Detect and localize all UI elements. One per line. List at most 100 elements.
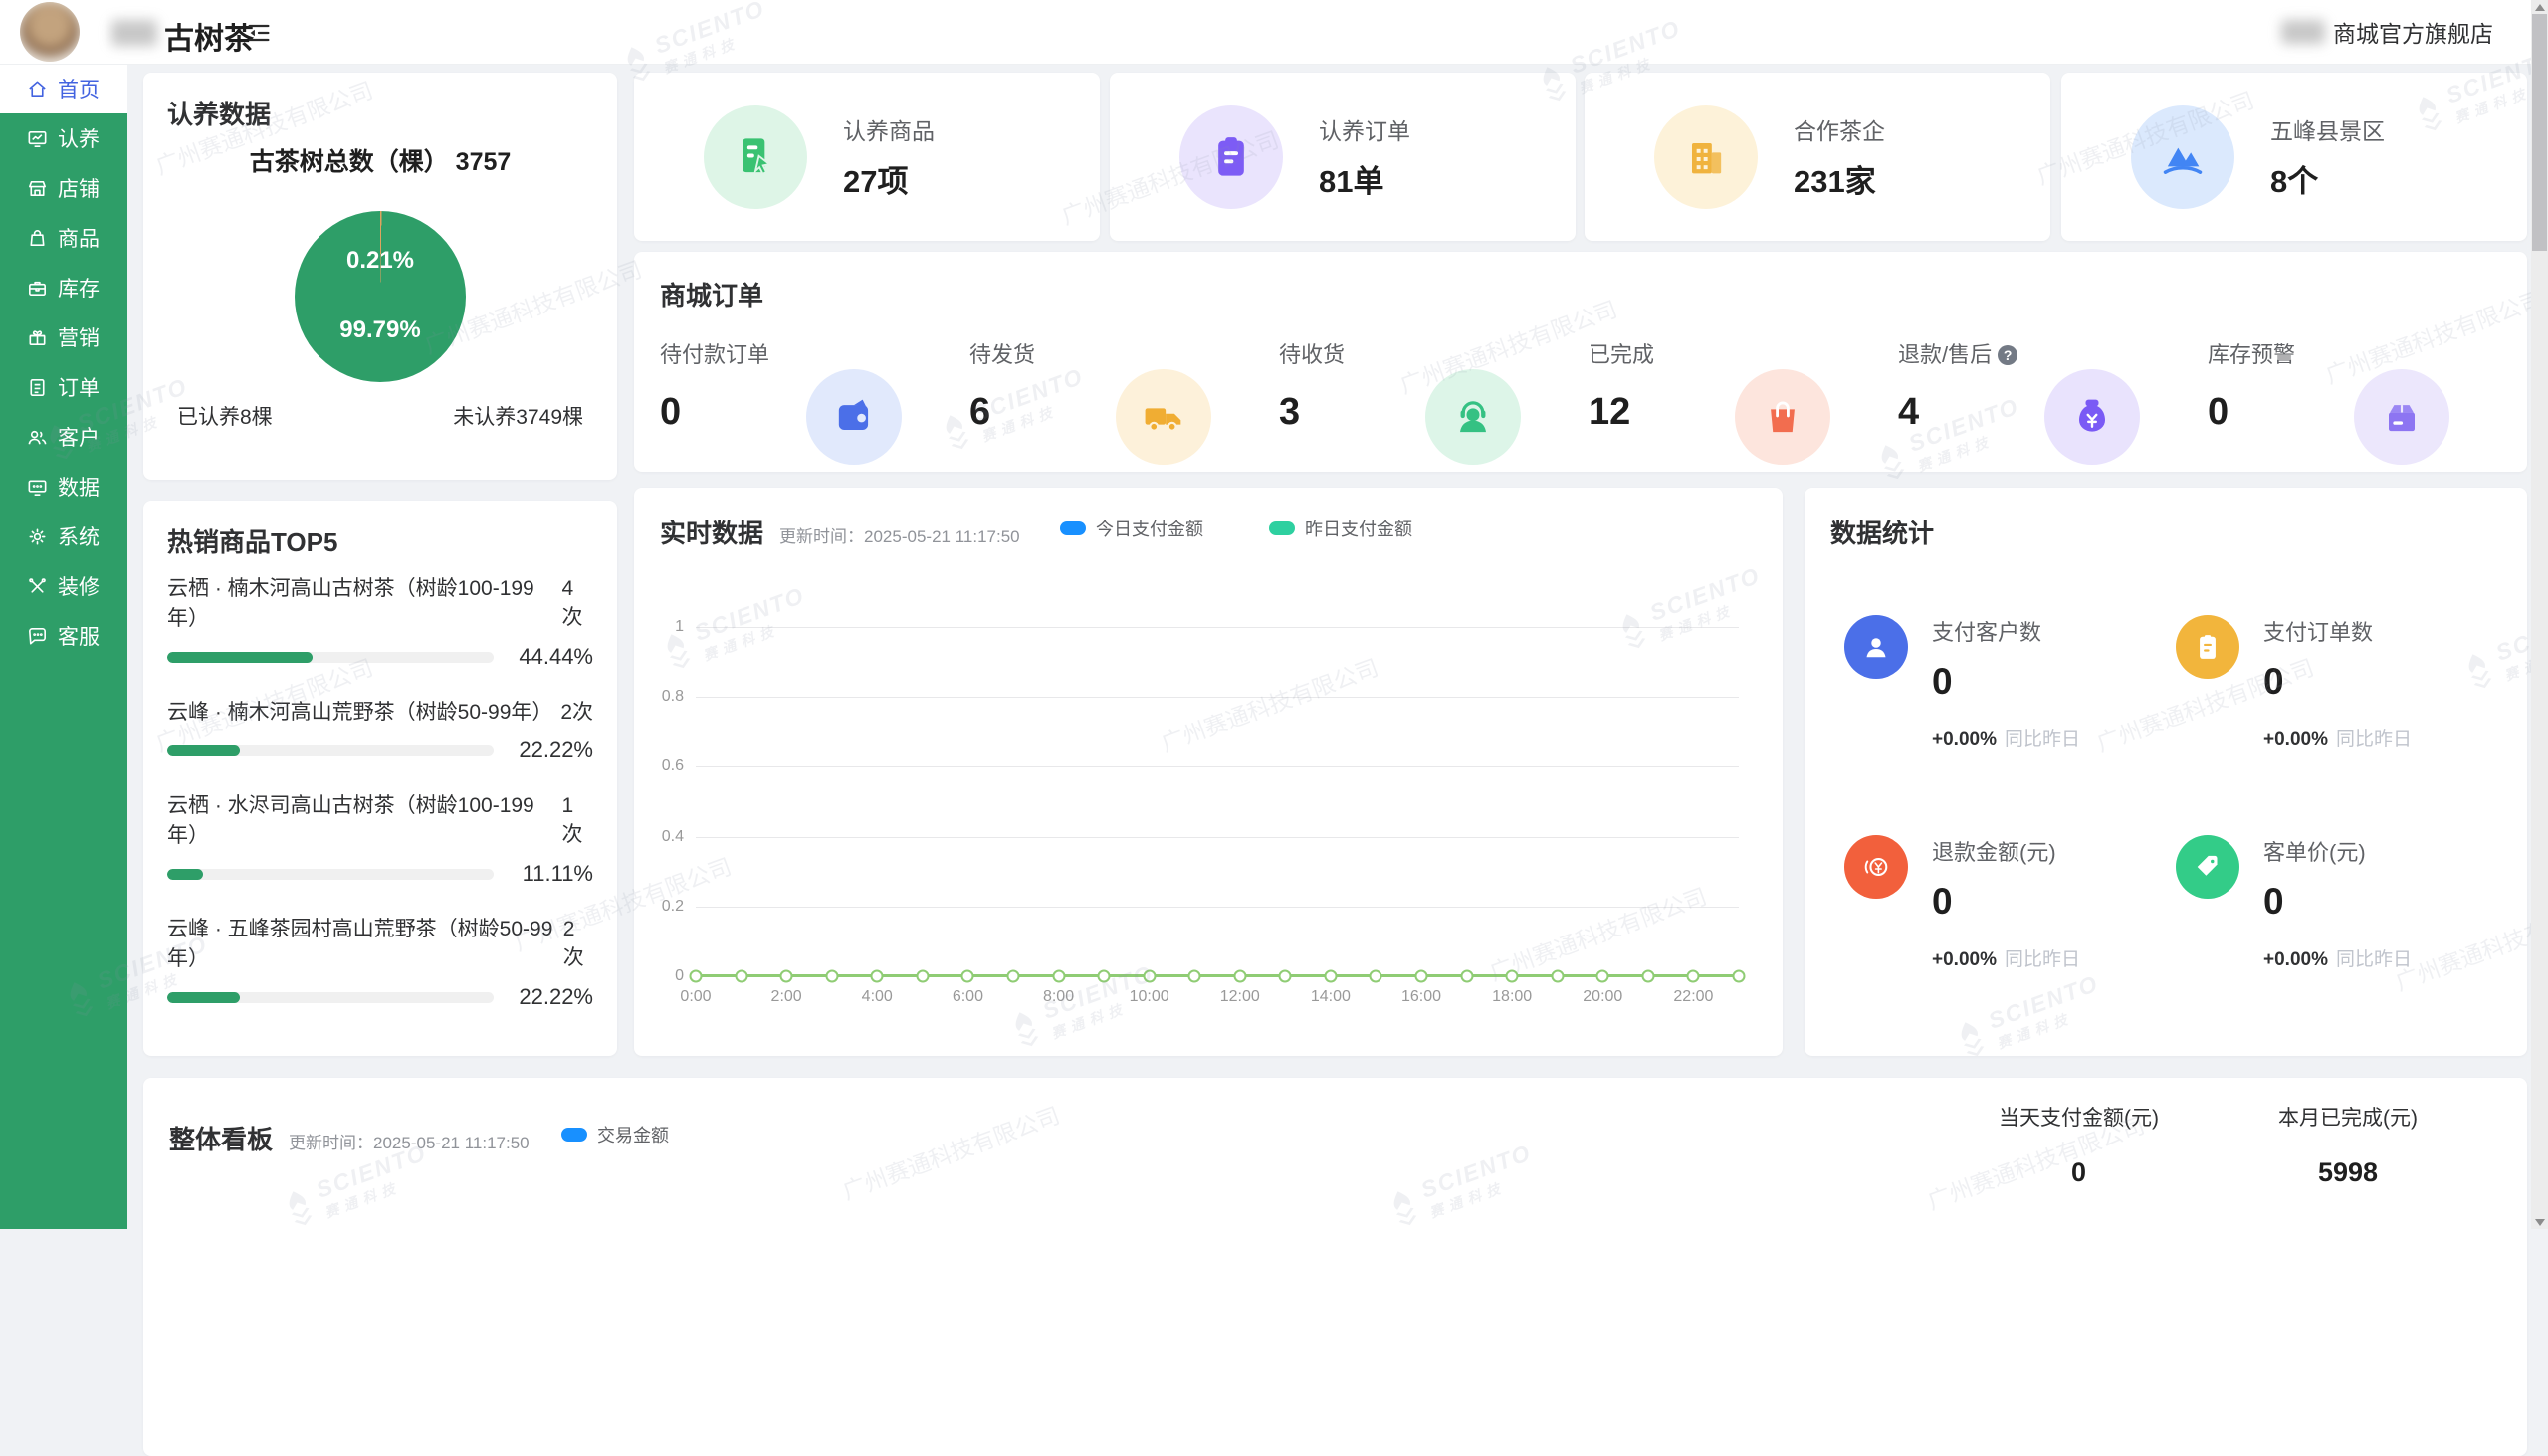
data-point-marker: [1460, 970, 1473, 983]
mall-stat-to-ship: 待发货 6: [969, 337, 1279, 434]
data-point-marker: [1143, 970, 1156, 983]
legend-transaction-amount[interactable]: 交易金额: [561, 1122, 669, 1147]
series-line: [696, 974, 1739, 977]
x-axis-tick-label: 22:00: [1673, 988, 1713, 1006]
data-stats-title: 数据统计: [1830, 514, 1934, 550]
progress-bar: [167, 869, 494, 880]
decorate-icon: [26, 575, 49, 598]
mall-orders-card: 商城订单 待付款订单 0 待发货 6 待收货 3: [634, 252, 2527, 472]
data-point-marker: [1641, 970, 1654, 983]
tea-tree-total: 古茶树总数（棵） 3757: [143, 142, 617, 178]
scrollbar-thumb[interactable]: [2532, 14, 2547, 251]
service-icon: [26, 625, 49, 648]
product-count: 4次: [561, 577, 593, 631]
overview-update-time: 更新时间：2025-05-21 11:17:50: [289, 1129, 530, 1153]
product-count: 2次: [560, 696, 593, 726]
sidebar-item-decorate[interactable]: 装修: [0, 561, 127, 611]
data-point-marker: [1233, 970, 1246, 983]
orders-icon: [26, 376, 49, 399]
home-icon: [26, 78, 49, 101]
x-axis-tick-label: 14:00: [1311, 988, 1351, 1006]
y-axis-tick-label: 0: [675, 967, 684, 985]
x-axis-tick-label: 20:00: [1583, 988, 1622, 1006]
data-stats-card: 数据统计 支付客户数 0 +0.00%同比昨日 支付订单数 0: [1805, 488, 2527, 1056]
sidebar-item-home[interactable]: 首页: [0, 64, 127, 113]
shopping-bag-icon: [1735, 369, 1830, 465]
adoption-pie-chart: 0.21% 99.79%: [295, 211, 466, 382]
sidebar-item-adopt[interactable]: 认养: [0, 113, 127, 163]
stat-pay-orders: 支付订单数 0 +0.00%同比昨日: [2176, 587, 2507, 807]
stat-label: 认养订单: [1319, 112, 1410, 146]
shop-name-blurred-part: [2281, 20, 2325, 44]
overview-title: 整体看板: [169, 1120, 273, 1156]
truck-icon: [1116, 369, 1211, 465]
sidebar-item-goods[interactable]: 商品: [0, 213, 127, 263]
progress-bar: [167, 745, 494, 756]
page-scrollbar[interactable]: [2531, 0, 2548, 1229]
scroll-up-arrow[interactable]: [2531, 0, 2548, 14]
mall-stat-stock-warning: 库存预警 0: [2208, 337, 2517, 434]
mall-stat-completed: 已完成 12: [1589, 337, 1898, 434]
sidebar-item-system[interactable]: 系统: [0, 512, 127, 561]
product-name: 云峰 · 五峰茶园村高山荒野茶（树龄50-99年）: [167, 913, 563, 972]
wallet-icon: [806, 369, 902, 465]
adoption-card-title: 认养数据: [167, 95, 271, 131]
logo-image: [20, 2, 80, 62]
sidebar-item-service[interactable]: 客服: [0, 611, 127, 661]
stat-value: 231家: [1794, 156, 1885, 201]
product-percent: 44.44%: [508, 644, 593, 670]
month-completed-stat: 本月已完成(元) 5998: [2278, 1102, 2418, 1188]
stat-card-tea-companies: 合作茶企 231家: [1585, 73, 2050, 241]
data-point-marker: [961, 970, 974, 983]
data-point-marker: [871, 970, 884, 983]
marketing-icon: [26, 326, 49, 349]
legend-yesterday-amount[interactable]: 昨日支付金额: [1269, 516, 1412, 541]
app-logo: [20, 2, 80, 62]
y-axis-tick-label: 0.6: [662, 757, 684, 775]
chart-gridline: [696, 907, 1739, 908]
overview-board-card: 整体看板 更新时间：2025-05-21 11:17:50 交易金额 当天支付金…: [143, 1078, 2527, 1456]
package-box-icon: [2354, 369, 2449, 465]
sidebar-collapse-icon[interactable]: [245, 19, 273, 47]
customers-icon: [26, 426, 49, 449]
legend-today-amount[interactable]: 今日支付金额: [1060, 516, 1203, 541]
stat-avg-price: 客单价(元) 0 +0.00%同比昨日: [2176, 807, 2507, 1027]
system-icon: [26, 525, 49, 548]
realtime-chart-card: 实时数据 更新时间：2025-05-21 11:17:50 今日支付金额 昨日支…: [634, 488, 1783, 1056]
x-axis-tick-label: 12:00: [1220, 988, 1260, 1006]
adopted-count-label: 已认养8棵: [177, 401, 273, 431]
pie-label-unadopted: 99.79%: [295, 316, 466, 344]
refund-help-icon[interactable]: ?: [1998, 345, 2017, 365]
product-name: 云峰 · 楠木河高山荒野茶（树龄50-99年）: [167, 696, 552, 726]
sidebar-item-data[interactable]: 数据: [0, 462, 127, 512]
sidebar-item-marketing[interactable]: 营销: [0, 312, 127, 362]
realtime-title: 实时数据: [660, 514, 763, 550]
refund-amount-icon: [1844, 835, 1908, 899]
chart-gridline: [696, 766, 1739, 767]
price-tag-icon: [2176, 835, 2239, 899]
adoption-data-card: 认养数据 古茶树总数（棵） 3757 0.21% 99.79% 已认养8棵 未认…: [143, 73, 617, 480]
data-point-marker: [1370, 970, 1382, 983]
x-axis-tick-label: 10:00: [1130, 988, 1169, 1006]
sidebar-item-store[interactable]: 店铺: [0, 163, 127, 213]
data-point-marker: [916, 970, 929, 983]
product-count: 1次: [561, 794, 593, 848]
goods-icon: [26, 227, 49, 250]
top5-item: 云峰 · 五峰茶园村高山荒野茶（树龄50-99年）2次 22.22%: [167, 913, 593, 1010]
data-point-marker: [1596, 970, 1609, 983]
stat-label: 合作茶企: [1794, 112, 1885, 146]
pie-label-adopted: 0.21%: [295, 247, 466, 275]
data-point-marker: [825, 970, 838, 983]
sidebar-item-orders[interactable]: 订单: [0, 362, 127, 412]
sidebar-item-stock[interactable]: 库存: [0, 263, 127, 312]
scroll-down-arrow[interactable]: [2531, 1215, 2548, 1229]
sidebar-item-customers[interactable]: 客户: [0, 412, 127, 462]
data-point-marker: [1551, 970, 1564, 983]
money-bag-icon: [2044, 369, 2140, 465]
stat-pay-customers: 支付客户数 0 +0.00%同比昨日: [1844, 587, 2176, 807]
y-axis-tick-label: 0.4: [662, 828, 684, 846]
data-point-marker: [735, 970, 747, 983]
data-point-marker: [1415, 970, 1428, 983]
product-percent: 22.22%: [508, 984, 593, 1010]
sidebar-nav: 首页 认养 店铺 商品 库存 营销 订单 客户: [0, 64, 127, 1229]
